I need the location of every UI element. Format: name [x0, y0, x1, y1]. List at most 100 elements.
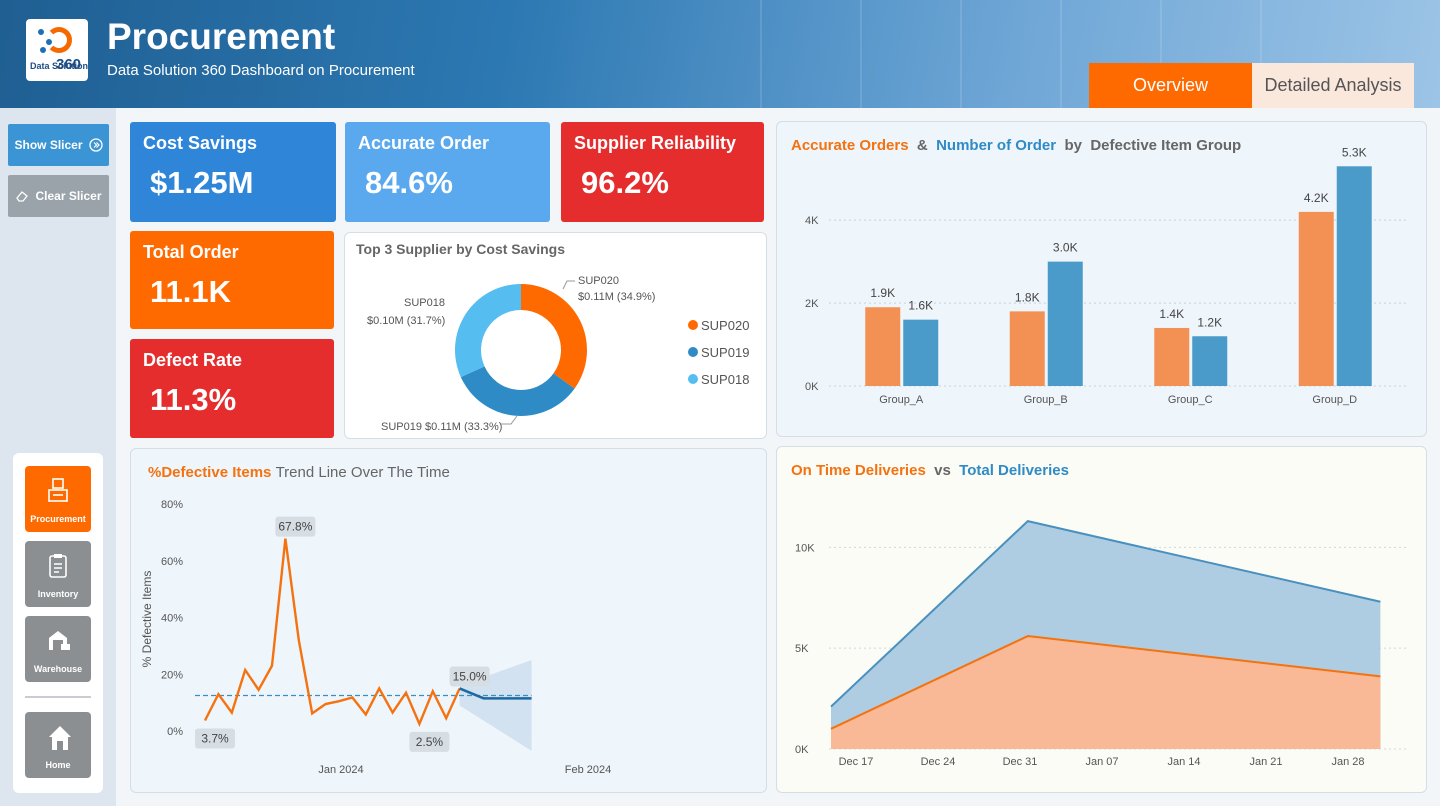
procurement-icon — [48, 478, 68, 502]
nav-warehouse-label: Warehouse — [33, 664, 83, 674]
area-xtick-label: Dec 17 — [839, 756, 874, 768]
show-slicer-button[interactable]: Show Slicer — [8, 124, 109, 166]
bar-data-label: 3.0K — [1053, 241, 1078, 255]
logo: Data Solution 360 — [26, 19, 88, 81]
legend-marker-sup019 — [688, 347, 698, 357]
donut-label-sup020-name: SUP020 — [578, 275, 619, 287]
legend-marker-sup018 — [688, 374, 698, 384]
bar-ytick-label: 0K — [805, 381, 819, 393]
header-banner: Data Solution 360 Procurement Data Solut… — [0, 0, 1440, 108]
nav-inventory[interactable]: Inventory — [25, 541, 91, 607]
area-ytick-label: 0K — [795, 744, 809, 756]
trend-annotation-label: 67.8% — [278, 520, 312, 534]
trend-annotation-label: 3.7% — [201, 732, 229, 746]
nav-procurement-label: Procurement — [30, 514, 86, 524]
bar-group_b-orders — [1047, 261, 1083, 386]
donut-label-sup020-value: $0.11M (34.9%) — [578, 291, 655, 303]
kpi-supplier-reliability: Supplier Reliability 96.2% — [561, 122, 764, 222]
trend-xtick-label: Feb 2024 — [565, 764, 611, 776]
area-xtick-label: Dec 24 — [921, 756, 956, 768]
kpi-supplier-reliability-value: 96.2% — [581, 165, 669, 200]
clear-slicer-button[interactable]: Clear Slicer — [8, 175, 109, 217]
nav-inventory-label: Inventory — [37, 589, 79, 599]
trend-ytick-label: 60% — [161, 556, 183, 568]
trend-ytick-label: 0% — [167, 726, 183, 738]
show-slicer-label: Show Slicer — [14, 138, 83, 152]
area-ytick-label: 10K — [795, 542, 815, 554]
donut-leader-sup020 — [562, 280, 575, 290]
kpi-total-order: Total Order 11.1K — [130, 231, 334, 329]
area-xtick-label: Jan 21 — [1249, 756, 1282, 768]
bar-data-label: 1.2K — [1197, 315, 1222, 329]
kpi-accurate-order-value: 84.6% — [365, 165, 453, 200]
area-chart-card: On Time Deliveries vs Total Deliveries 0… — [776, 446, 1427, 793]
trend-chart-card: %Defective Items Trend Line Over The Tim… — [130, 448, 767, 793]
kpi-cost-savings: Cost Savings $1.25M — [130, 122, 336, 222]
clear-slicer-label: Clear Slicer — [35, 189, 102, 203]
nav-warehouse[interactable]: Warehouse — [25, 616, 91, 682]
bar-group_c-accurate — [1154, 327, 1190, 386]
donut-chart: SUP020 $0.11M (34.9%) SUP018 $0.10M (31.7%)… — [367, 275, 749, 433]
area-xtick-label: Jan 28 — [1331, 756, 1364, 768]
donut-label-sup018-value: $0.10M (31.7%) — [367, 315, 445, 327]
trend-chart: 0% 20% 40% 60% 80% % Defective Items 67.8% 3.7%… — [140, 499, 611, 776]
legend-marker-sup020 — [688, 320, 698, 330]
nav-panel: Procurement Inventory Warehouse Home — [13, 453, 103, 793]
warehouse-icon — [49, 631, 70, 650]
bar-chart: 0K 2K 4K 1.9K 1.6K Group_A 1.8K 3.0K Group_B 1.4K… — [805, 145, 1407, 406]
bar-chart-card: Accurate Orders & Number of Order by Def… — [776, 121, 1427, 437]
trend-ytick-label: 40% — [161, 613, 183, 625]
donut-chart-card: Top 3 Supplier by Cost Savings SUP020 $0.… — [344, 232, 767, 439]
bar-group_a-orders — [903, 319, 939, 386]
legend-label-sup019: SUP019 — [701, 345, 749, 360]
kpi-supplier-reliability-label: Supplier Reliability — [574, 133, 737, 153]
bar-data-label: 1.9K — [870, 286, 895, 300]
bar-xtick-label: Group_D — [1312, 394, 1357, 406]
area-chart: 0K 5K 10K Dec 17 Dec 24 Dec 31 Jan 07 Jan 14 Jan… — [795, 520, 1407, 768]
bar-group_a-accurate — [865, 307, 901, 386]
bar-data-label: 1.8K — [1015, 290, 1040, 304]
legend-label-sup020: SUP020 — [701, 318, 749, 333]
bar-data-label: 1.6K — [908, 299, 933, 313]
eraser-icon — [16, 191, 29, 202]
logo-number: 360 — [56, 56, 82, 73]
bar-xtick-label: Group_C — [1168, 394, 1213, 406]
bar-ytick-label: 2K — [805, 298, 819, 310]
kpi-defect-rate-label: Defect Rate — [143, 350, 243, 370]
area-xtick-label: Jan 07 — [1085, 756, 1118, 768]
donut-label-sup019: SUP019 $0.11M (33.3%) — [381, 421, 502, 433]
donut-leader-sup019 — [501, 415, 518, 425]
bar-xtick-label: Group_A — [879, 394, 924, 406]
kpi-cost-savings-value: $1.25M — [150, 165, 254, 200]
trend-yaxis-title: % Defective Items — [140, 571, 154, 668]
nav-home-label: Home — [45, 760, 71, 770]
clipboard-icon — [49, 554, 67, 578]
tab-detailed-analysis[interactable]: Detailed Analysis — [1252, 63, 1414, 108]
donut-label-sup018-name: SUP018 — [404, 297, 445, 309]
bar-group_d-accurate — [1298, 211, 1334, 386]
kpi-cost-savings-label: Cost Savings — [143, 133, 258, 153]
kpi-accurate-order: Accurate Order 84.6% — [345, 122, 550, 222]
donut-slice-sup018 — [455, 284, 521, 378]
bar-data-label: 5.3K — [1342, 145, 1367, 159]
trend-xtick-label: Jan 2024 — [318, 764, 363, 776]
bar-data-label: 4.2K — [1304, 191, 1329, 205]
nav-procurement[interactable]: Procurement — [25, 466, 91, 532]
kpi-defect-rate-value: 11.3% — [150, 382, 237, 417]
trend-annotation-label: 15.0% — [453, 669, 487, 683]
nav-home[interactable]: Home — [25, 712, 91, 778]
bar-xtick-label: Group_B — [1024, 394, 1068, 406]
bar-group_b-accurate — [1009, 311, 1045, 386]
kpi-total-order-value: 11.1K — [150, 274, 232, 309]
area-xtick-label: Jan 14 — [1167, 756, 1200, 768]
bar-group_d-orders — [1336, 166, 1372, 386]
kpi-total-order-label: Total Order — [143, 242, 239, 262]
tab-overview[interactable]: Overview — [1089, 63, 1252, 108]
trend-ytick-label: 80% — [161, 499, 183, 511]
home-icon — [49, 726, 71, 750]
nav-divider — [25, 696, 91, 698]
trend-ytick-label: 20% — [161, 669, 183, 681]
bar-ytick-label: 4K — [805, 215, 819, 227]
bar-data-label: 1.4K — [1159, 307, 1184, 321]
trend-annotation-label: 2.5% — [416, 735, 444, 749]
